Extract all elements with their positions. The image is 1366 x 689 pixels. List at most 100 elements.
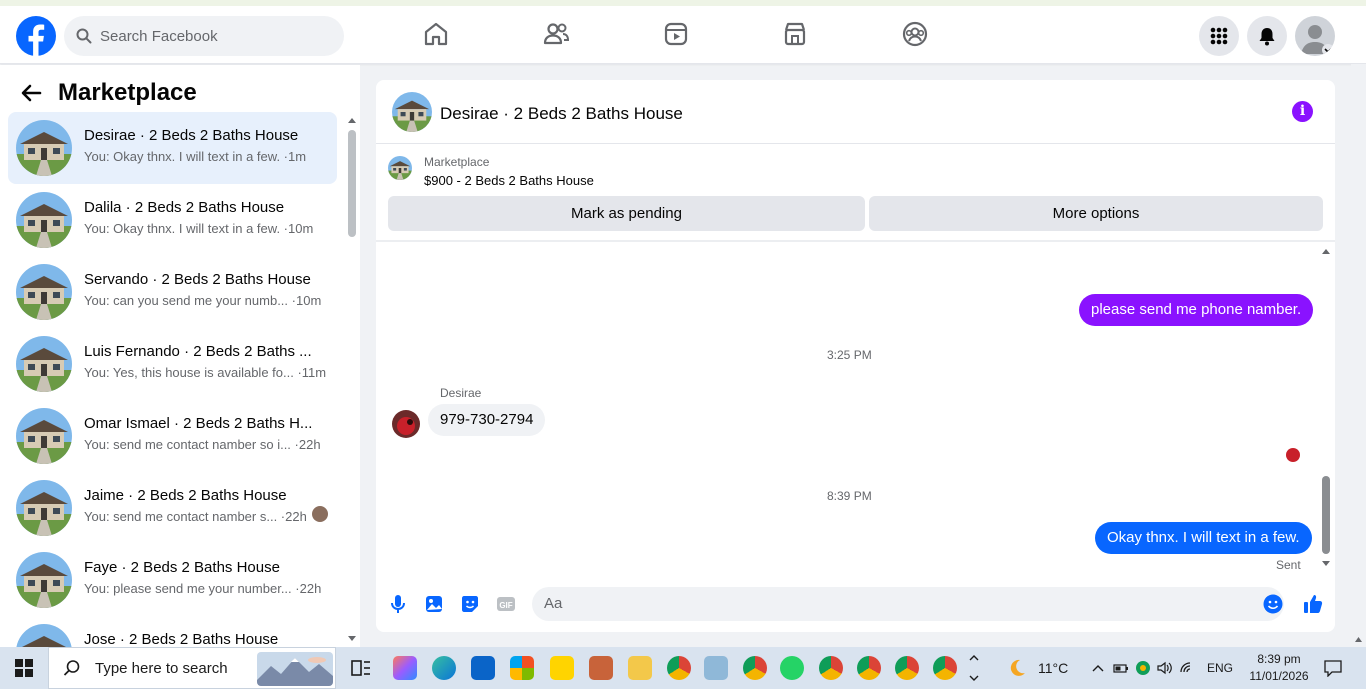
conversation-row[interactable]: Servando · 2 Beds 2 Baths House You: can … [8, 256, 337, 328]
listing-price-title[interactable]: $900 - 2 Beds 2 Baths House [424, 173, 594, 188]
chrome-browser-icon[interactable] [819, 656, 843, 680]
thumbs-up-icon[interactable] [1302, 593, 1324, 615]
notifications-bell-icon[interactable] [1247, 16, 1287, 56]
clock-date: 11/01/2026 [1249, 669, 1309, 683]
mark-as-pending-button[interactable]: Mark as pending [388, 196, 865, 231]
separator: · [291, 581, 300, 596]
more-options-button[interactable]: More options [869, 196, 1323, 231]
chrome-browser-icon[interactable] [667, 656, 691, 680]
preview-time: 1m [288, 149, 307, 164]
sender-name: Desirae [440, 386, 482, 400]
separator: · [280, 221, 289, 236]
emoji-icon[interactable] [1262, 593, 1284, 615]
preview-text: You: send me contact namber so i... [84, 437, 291, 452]
sticker-icon[interactable] [459, 593, 481, 615]
chrome-tray-icon[interactable] [1135, 660, 1151, 676]
home-icon[interactable] [422, 20, 450, 48]
listing-thumbnail [16, 408, 72, 464]
file-explorer-icon[interactable] [628, 656, 652, 680]
sticky-notes-icon[interactable] [550, 656, 574, 680]
weather-widget[interactable]: 11°C [1006, 647, 1068, 689]
gif-icon[interactable]: GIF [495, 593, 517, 615]
windows-taskbar: Type here to search 11°C ENG 8:39 pm 11/… [0, 647, 1366, 689]
listing-thumbnail[interactable] [392, 92, 432, 132]
conversation-name: Omar Ismael · 2 Beds 2 Baths H... [84, 415, 313, 432]
conversation-row[interactable]: Dalila · 2 Beds 2 Baths House You: Okay t… [8, 184, 337, 256]
message-input[interactable]: Aa [532, 587, 1284, 621]
info-icon[interactable]: i [1292, 101, 1313, 122]
app-icon[interactable] [589, 656, 613, 680]
profile-avatar[interactable] [1295, 16, 1335, 56]
show-hidden-icons-icon[interactable] [1091, 661, 1105, 675]
messages-scrollbar[interactable] [1320, 248, 1332, 568]
windows-start-icon[interactable] [0, 647, 48, 689]
facebook-search-box[interactable]: Search Facebook [64, 16, 344, 56]
conversation-row[interactable]: Faye · 2 Beds 2 Baths House You: please s… [8, 544, 337, 616]
preview-text: You: Okay thnx. I will text in a few. [84, 221, 281, 236]
search-icon [76, 28, 92, 44]
facebook-logo-icon[interactable] [16, 16, 56, 56]
chrome-browser-icon[interactable] [743, 656, 767, 680]
search-highlight-image [257, 652, 333, 686]
conversation-preview: You: Okay thnx. I will text in a few. ·1… [84, 149, 306, 164]
sender-avatar[interactable] [392, 410, 420, 438]
friends-icon[interactable] [542, 20, 570, 48]
conversation-list-scrollbar[interactable] [347, 65, 357, 647]
preview-text: You: send me contact namber s... [84, 509, 278, 524]
preview-time: 22h [285, 509, 307, 524]
outlook-icon[interactable] [471, 656, 495, 680]
moon-icon [1006, 657, 1028, 679]
video-icon[interactable] [662, 20, 690, 48]
outgoing-message[interactable]: Okay thnx. I will text in a few. [1095, 522, 1312, 554]
message-timestamp: 8:39 PM [827, 489, 872, 503]
seen-avatar [312, 506, 328, 522]
outgoing-message[interactable]: please send me phone namber. [1079, 294, 1314, 326]
language-indicator[interactable]: ENG [1207, 661, 1233, 675]
edge-browser-icon[interactable] [432, 656, 456, 680]
marketplace-icon[interactable] [781, 20, 809, 48]
preview-text: You: Okay thnx. I will text in a few. [84, 149, 281, 164]
notifications-icon[interactable] [1324, 659, 1342, 677]
separator: · [280, 149, 289, 164]
chrome-browser-icon[interactable] [857, 656, 881, 680]
menu-grid-icon[interactable] [1199, 16, 1239, 56]
preview-time: 10m [296, 293, 322, 308]
conversation-row[interactable]: Desirae · 2 Beds 2 Baths House You: Okay … [8, 112, 337, 184]
conversation-preview: You: send me contact namber s... ·22h [84, 509, 307, 524]
photo-attach-icon[interactable] [423, 593, 445, 615]
taskbar-clock[interactable]: 8:39 pm 11/01/2026 [1244, 651, 1314, 685]
conversation-row[interactable]: Luis Fernando · 2 Beds 2 Baths ... You: Y… [8, 328, 337, 400]
divider [376, 240, 1335, 242]
battery-icon[interactable] [1113, 661, 1129, 675]
conversation-row[interactable]: Jaime · 2 Beds 2 Baths House You: send me… [8, 472, 337, 544]
incoming-message[interactable]: 979-730-2794 [428, 404, 546, 436]
back-arrow-icon[interactable] [20, 82, 42, 104]
conversation-name: Servando · 2 Beds 2 Baths House [84, 271, 311, 288]
top-navigation-bar: Search Facebook [0, 0, 1366, 64]
chrome-browser-icon[interactable] [933, 656, 957, 680]
panel-header: Marketplace [20, 79, 197, 107]
copilot-icon[interactable] [393, 656, 417, 680]
taskbar-scroll-arrows[interactable] [968, 653, 980, 683]
groups-icon[interactable] [901, 20, 929, 48]
preview-text: You: Yes, this house is available fo... [84, 365, 294, 380]
preview-text: You: please send me your number... [84, 581, 292, 596]
task-view-icon[interactable] [349, 656, 373, 680]
conversation-row[interactable]: Omar Ismael · 2 Beds 2 Baths H... You: se… [8, 400, 337, 472]
volume-icon[interactable] [1157, 661, 1173, 675]
conversation-header: Desirae · 2 Beds 2 Baths House i [376, 80, 1335, 144]
listing-small-thumbnail[interactable] [388, 156, 412, 180]
whatsapp-icon[interactable] [780, 656, 804, 680]
taskbar-search-box[interactable]: Type here to search [48, 647, 336, 689]
listing-thumbnail [16, 264, 72, 320]
microphone-icon[interactable] [387, 593, 409, 615]
notepad-icon[interactable] [704, 656, 728, 680]
microsoft-store-icon[interactable] [510, 656, 534, 680]
conversation-title[interactable]: Desirae · 2 Beds 2 Baths House [440, 104, 683, 124]
chrome-browser-icon[interactable] [895, 656, 919, 680]
page-scrollbar[interactable] [1351, 64, 1366, 647]
conversation-preview: You: please send me your number... ·22h [84, 581, 321, 596]
wifi-icon[interactable] [1179, 661, 1195, 675]
conversation-name: Dalila · 2 Beds 2 Baths House [84, 199, 285, 216]
page-title: Marketplace [58, 79, 197, 106]
